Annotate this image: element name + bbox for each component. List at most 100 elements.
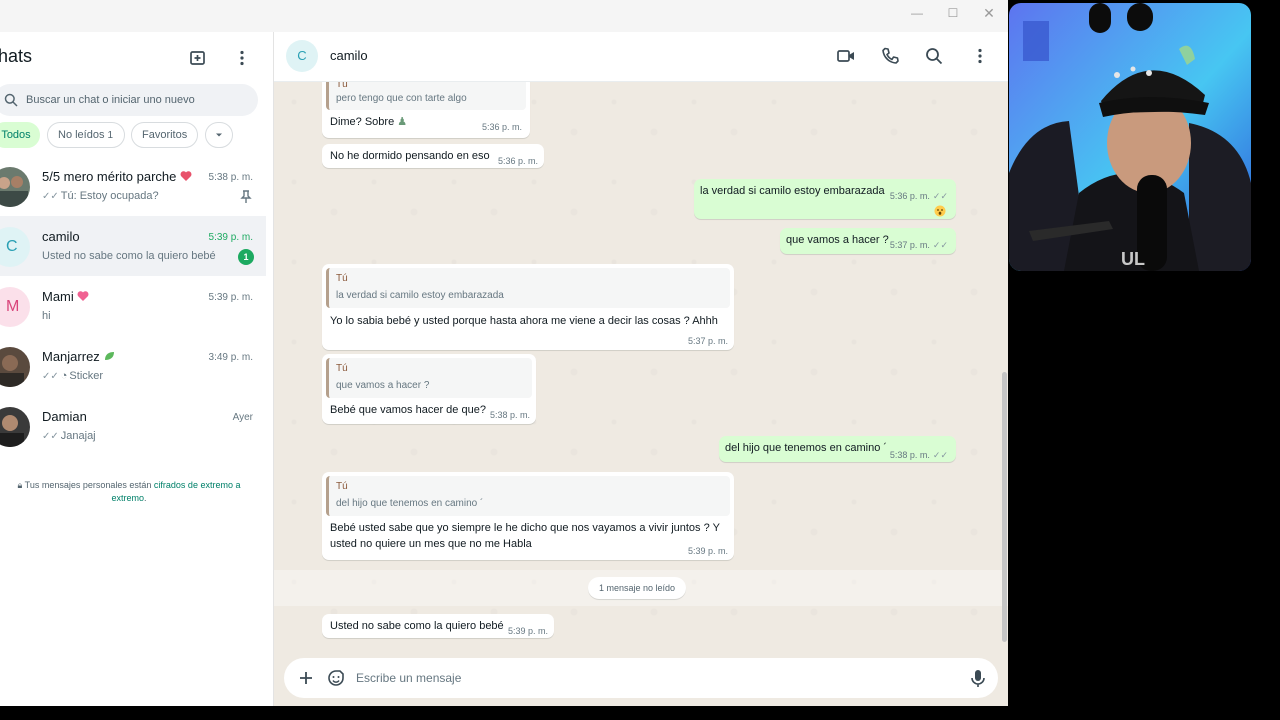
attach-button[interactable]	[296, 668, 316, 688]
message-time: 5:38 p. m. ✓✓	[889, 450, 948, 460]
more-vertical-icon	[978, 48, 982, 64]
chat-preview: ✓✓ Tú: Estoy ocupada?	[42, 190, 159, 202]
message-bubble-incoming[interactable]: Tú del hijo que tenemos en camino ´ Bebé…	[322, 472, 734, 560]
chat-item-camilo[interactable]: C camilo 5:39 p. m. Usted no sabe como l…	[0, 216, 266, 276]
video-call-button[interactable]	[836, 46, 856, 66]
message-list[interactable]: Tú pero tengo que con tarte algo Dime? S…	[274, 82, 1008, 654]
filter-chip-todos[interactable]: Todos	[0, 122, 40, 148]
chat-item-manjarrez[interactable]: Manjarrez 3:49 p. m. ✓✓ ◔ Sticker	[0, 336, 266, 396]
sidebar-title: hats	[0, 46, 33, 66]
message-text: que vamos a hacer ?	[786, 234, 889, 246]
message-composer	[274, 654, 1008, 706]
minimize-button[interactable]: —	[907, 6, 927, 20]
video-camera-icon	[837, 50, 854, 62]
message-bubble-outgoing[interactable]: del hijo que tenemos en camino ´ 5:38 p.…	[719, 436, 956, 462]
message-time: 5:39 p. m.	[507, 626, 548, 636]
quoted-message[interactable]: Tú pero tengo que con tarte algo	[326, 82, 526, 110]
chat-preview: hi	[42, 310, 51, 322]
filter-chip-label: No leídos	[58, 129, 105, 141]
unread-divider: 1 mensaje no leído	[274, 570, 1008, 606]
message-bubble-incoming[interactable]: No he dormido pensando en eso 5:36 p. m.	[322, 144, 544, 168]
message-text: del hijo que tenemos en camino ´	[725, 442, 888, 454]
contact-photo-icon	[0, 407, 30, 447]
chat-preview: Usted no sabe como la quiero bebé	[42, 250, 216, 262]
leaf-emoji-icon	[105, 352, 115, 360]
chat-time: 3:49 p. m.	[208, 352, 253, 363]
group-avatar	[0, 167, 30, 207]
quote-author: Tú	[336, 82, 348, 90]
message-time: 5:39 p. m.	[687, 546, 728, 556]
voice-message-button[interactable]	[969, 668, 987, 688]
close-window-button[interactable]: ✕	[979, 6, 999, 20]
chat-item-damian[interactable]: Damian Ayer ✓✓ Janajaj	[0, 396, 266, 456]
quote-author: Tú	[336, 273, 348, 284]
filter-chip-no-leidos[interactable]: No leídos 1	[47, 122, 125, 148]
new-chat-button[interactable]	[188, 48, 208, 68]
message-time: 5:36 p. m.	[497, 156, 538, 166]
conversation-menu-button[interactable]	[970, 46, 990, 66]
search-box	[0, 84, 258, 116]
voice-call-button[interactable]	[880, 46, 900, 66]
pin-icon	[240, 190, 252, 203]
message-input[interactable]	[356, 658, 946, 698]
quote-author: Tú	[336, 363, 348, 374]
chat-item-mami[interactable]: M Mami 5:39 p. m. hi	[0, 276, 266, 336]
message-text: No he dormido pensando en eso	[330, 150, 490, 162]
contact-avatar	[0, 407, 30, 447]
contact-avatar: C	[0, 227, 30, 267]
message-scrollbar[interactable]	[1002, 372, 1007, 642]
chat-list-sidebar: hats Todos	[0, 32, 274, 706]
message-bubble-incoming[interactable]: Tú la verdad si camilo estoy embarazada …	[322, 264, 734, 350]
quote-text: pero tengo que con tarte algo	[336, 93, 467, 104]
quoted-message[interactable]: Tú del hijo que tenemos en camino ´	[326, 476, 730, 516]
sidebar-menu-button[interactable]	[232, 48, 252, 68]
message-bubble-outgoing[interactable]: la verdad si camilo estoy embarazada 5:3…	[694, 179, 956, 219]
maximize-button[interactable]: ☐	[943, 6, 963, 20]
message-time: 5:36 p. m.	[481, 122, 522, 132]
double-check-icon: ✓✓	[932, 450, 948, 460]
message-text: Dime? Sobre ♟︎	[330, 116, 408, 128]
shocked-face-reaction-icon[interactable]	[934, 205, 946, 217]
unread-count-label: 1 mensaje no leído	[588, 577, 686, 599]
svg-text:UL: UL	[1121, 249, 1145, 269]
chevron-down-icon	[216, 133, 222, 137]
encryption-notice: 🔒︎ Tus mensajes personales están cifrado…	[17, 480, 241, 503]
quoted-message[interactable]: Tú la verdad si camilo estoy embarazada	[326, 268, 730, 308]
quote-author: Tú	[336, 481, 348, 492]
filter-more-button[interactable]	[205, 122, 233, 148]
double-check-icon: ✓✓	[932, 240, 948, 250]
conversation-search-button[interactable]	[924, 46, 944, 66]
composer-box	[284, 658, 998, 698]
message-bubble-incoming[interactable]: Tú que vamos a hacer ? Bebé que vamos ha…	[322, 354, 536, 424]
heart-emoji-icon	[180, 171, 192, 181]
emoji-sticker-button[interactable]	[326, 668, 346, 688]
filter-chip-favoritos[interactable]: Favoritos	[131, 122, 198, 148]
avatar-initial: M	[6, 298, 20, 315]
more-vertical-icon	[240, 50, 244, 66]
filter-chip-label: Todos	[1, 129, 31, 141]
search-input[interactable]	[26, 84, 246, 116]
message-time: 5:38 p. m.	[489, 410, 530, 420]
unread-badge: 1	[238, 249, 254, 265]
quoted-message[interactable]: Tú que vamos a hacer ?	[326, 358, 532, 398]
webcam-overlay: UL	[1009, 3, 1251, 271]
contact-avatar	[0, 347, 30, 387]
chat-item-group[interactable]: 5/5 mero mérito parche 5:38 p. m. ✓✓ Tú: …	[0, 156, 266, 216]
whatsapp-window: — ☐ ✕ hats Buscar un chat o iniciar uno …	[0, 0, 1008, 706]
chat-name: 5/5 mero mérito parche	[42, 169, 192, 184]
phone-icon	[882, 47, 899, 64]
message-bubble-incoming[interactable]: Tú pero tengo que con tarte algo Dime? S…	[322, 82, 530, 138]
message-time: 5:37 p. m. ✓✓	[889, 240, 948, 250]
search-icon	[4, 93, 18, 107]
conversation-header: C camilo	[274, 32, 1008, 82]
double-check-icon: ✓✓	[42, 431, 59, 442]
message-text-line: usted no quiere un mes que no me Habla	[330, 538, 532, 550]
message-bubble-outgoing[interactable]: que vamos a hacer ? 5:37 p. m. ✓✓	[780, 228, 956, 254]
double-check-icon: ✓✓	[932, 191, 948, 201]
contact-avatar[interactable]: C	[286, 40, 318, 72]
chat-time: 5:38 p. m.	[208, 172, 253, 183]
message-bubble-incoming[interactable]: Usted no sabe como la quiero bebé 5:39 p…	[322, 614, 554, 638]
chat-name: Damian	[42, 409, 87, 424]
chat-preview: ✓✓ Janajaj	[42, 430, 96, 442]
contact-name[interactable]: camilo	[330, 48, 368, 63]
